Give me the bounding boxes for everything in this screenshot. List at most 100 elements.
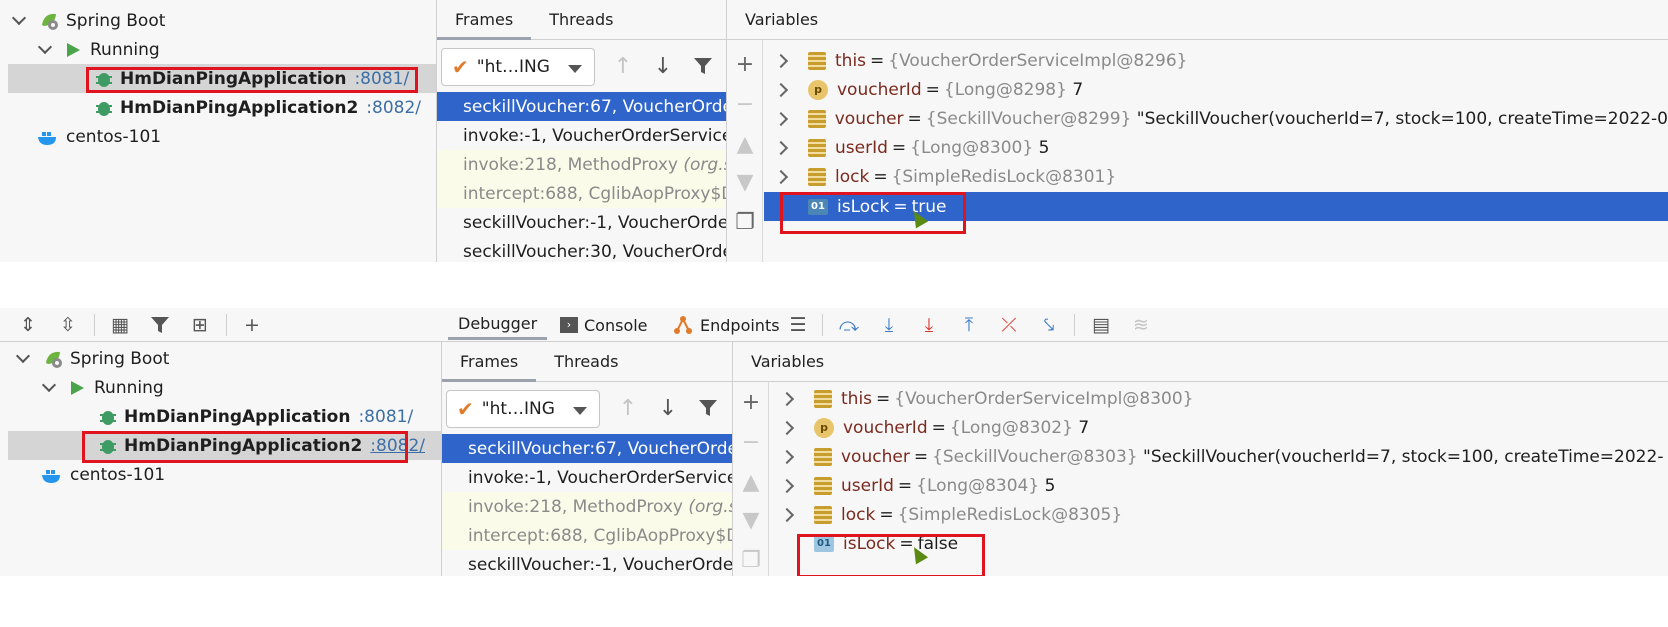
collapse-all-icon[interactable]: ⇳ [54, 312, 82, 338]
tree-node-running[interactable]: Running [8, 35, 436, 64]
tree-node-app-2[interactable]: HmDianPingApplication2 :8082/ [8, 93, 436, 122]
chevron-right-icon[interactable] [779, 449, 795, 464]
app-port-1[interactable]: :8081/ [354, 69, 409, 89]
variable-type: {Long@8300} [910, 137, 1034, 158]
tab-debugger[interactable]: Debugger [448, 310, 548, 340]
tree-node-app-1[interactable]: HmDianPingApplication :8081/ [8, 402, 442, 431]
add-service-icon[interactable]: + [238, 312, 266, 338]
variable-row-voucherid[interactable]: p voucherId = {Long@8302} 7 [770, 413, 1668, 442]
variable-row-islock[interactable]: 01 isLock = false [770, 529, 1668, 558]
move-down-icon[interactable]: ▼ [731, 168, 759, 196]
variable-row-lock[interactable]: lock = {SimpleRedisLock@8301} [764, 162, 1668, 191]
run-to-cursor-icon[interactable]: ⤥ [1036, 312, 1062, 338]
chevron-right-icon[interactable] [773, 82, 789, 97]
frame-row[interactable]: seckillVoucher:-1, VoucherOrderServiceIm… [437, 208, 726, 237]
thread-selector[interactable]: ✔ "ht…ING [446, 390, 600, 428]
frame-up-arrow-icon[interactable]: ↑ [609, 52, 637, 80]
toolbar-separator [1074, 314, 1075, 336]
tab-variables[interactable]: Variables [733, 342, 842, 381]
copy-icon[interactable]: ❐ [737, 546, 765, 574]
frame-row[interactable]: seckillVoucher:67, VoucherOrderServiceIm… [437, 92, 726, 121]
new-tab-icon[interactable]: ⊞ [186, 312, 214, 338]
drop-frame-icon[interactable]: ⤫ [996, 312, 1022, 338]
frame-row[interactable]: seckillVoucher:67, VoucherOrderServiceIm… [442, 434, 732, 463]
app-port-2[interactable]: :8082/ [370, 436, 425, 456]
expand-all-icon[interactable]: ⇕ [14, 312, 42, 338]
chevron-right-icon[interactable] [779, 507, 795, 522]
tab-endpoints[interactable]: Endpoints [672, 312, 780, 338]
tab-frames[interactable]: Frames [442, 342, 537, 382]
chevron-down-icon[interactable] [37, 39, 53, 54]
frame-down-arrow-icon[interactable]: ↓ [654, 394, 682, 422]
filter-icon[interactable] [689, 52, 717, 80]
chevron-right-icon[interactable] [779, 478, 795, 493]
menu-icon[interactable]: ☰ [786, 312, 810, 338]
remove-watch-icon[interactable]: − [737, 428, 765, 456]
variables-sidebar: + − ▲ ▼ ❐ [733, 382, 769, 576]
frame-row[interactable]: invoke:-1, VoucherOrderServiceImpl$$ [437, 121, 726, 150]
tab-threads[interactable]: Threads [531, 0, 631, 39]
tab-variables[interactable]: Variables [727, 0, 836, 39]
frame-row[interactable]: invoke:218, MethodProxy (org.springframe… [437, 150, 726, 179]
force-step-into-icon[interactable]: ⤓ [916, 312, 942, 338]
frame-row[interactable]: invoke:218, MethodProxy (org.springframe… [442, 492, 732, 521]
debug-bug-icon [100, 439, 116, 454]
app-port-2[interactable]: :8082/ [366, 98, 421, 118]
chevron-down-icon[interactable] [11, 10, 27, 25]
variable-row-voucher[interactable]: voucher = {SeckillVoucher@8303} "SeckillVo… [770, 442, 1668, 471]
chevron-down-icon[interactable] [15, 348, 31, 363]
chevron-right-icon[interactable] [773, 53, 789, 68]
copy-icon[interactable]: ❐ [731, 208, 759, 236]
chevron-right-icon[interactable] [779, 420, 795, 435]
chevron-right-icon[interactable] [773, 140, 789, 155]
filter-icon[interactable] [146, 312, 174, 338]
group-by-icon[interactable]: ▦ [106, 312, 134, 338]
trace-icon[interactable]: ≋ [1128, 312, 1154, 338]
tab-frames[interactable]: Frames [437, 0, 532, 40]
tab-threads[interactable]: Threads [536, 342, 636, 381]
chevron-right-icon[interactable] [779, 391, 795, 406]
tree-node-running[interactable]: Running [8, 373, 442, 402]
thread-selector[interactable]: ✔ "ht…ING [441, 48, 595, 86]
variable-row-voucher[interactable]: voucher = {SeckillVoucher@8299} "SeckillVo… [764, 104, 1668, 133]
frame-row[interactable]: seckillVoucher:30, VoucherOrderControlle… [437, 237, 726, 262]
frame-row[interactable]: invoke:-1, VoucherOrderServiceImpl$$ [442, 463, 732, 492]
tab-console-label: Console [584, 315, 648, 335]
thread-selector-value: "ht…ING [481, 399, 555, 419]
variable-row-islock[interactable]: 01 isLock = true [764, 192, 1668, 221]
chevron-right-icon[interactable] [773, 111, 789, 126]
frame-row[interactable]: intercept:688, CglibAopProxy$DynamicAdvi… [442, 521, 732, 550]
add-watch-icon[interactable]: + [731, 50, 759, 78]
evaluate-expression-icon[interactable]: ▤ [1088, 312, 1114, 338]
tree-node-centos[interactable]: centos-101 [8, 460, 442, 489]
tree-node-spring-boot[interactable]: Spring Boot [8, 344, 442, 373]
run-icon [71, 380, 84, 395]
step-into-icon[interactable]: ⤓ [876, 312, 902, 338]
frame-down-arrow-icon[interactable]: ↓ [649, 52, 677, 80]
move-up-icon[interactable]: ▲ [731, 130, 759, 158]
step-over-icon[interactable]: ⤼ [836, 312, 862, 338]
chevron-right-icon[interactable] [773, 169, 789, 184]
frame-row[interactable]: intercept:688, CglibAopProxy$DynamicAdvi… [437, 179, 726, 208]
add-watch-icon[interactable]: + [737, 388, 765, 416]
variable-row-userid[interactable]: userId = {Long@8300} 5 [764, 133, 1668, 162]
step-out-icon[interactable]: ⤒ [956, 312, 982, 338]
move-down-icon[interactable]: ▼ [737, 506, 765, 534]
variable-row-voucherid[interactable]: p voucherId = {Long@8298} 7 [764, 75, 1668, 104]
app-port-1[interactable]: :8081/ [358, 407, 413, 427]
variable-row-this[interactable]: this = {VoucherOrderServiceImpl@8300} [770, 384, 1668, 413]
tree-node-app-1[interactable]: HmDianPingApplication :8081/ [8, 64, 436, 93]
variable-row-this[interactable]: this = {VoucherOrderServiceImpl@8296} [764, 46, 1668, 75]
frame-row[interactable]: seckillVoucher:-1, VoucherOrderServiceIm… [442, 550, 732, 576]
variable-row-userid[interactable]: userId = {Long@8304} 5 [770, 471, 1668, 500]
chevron-down-icon[interactable] [41, 377, 57, 392]
move-up-icon[interactable]: ▲ [737, 468, 765, 496]
filter-icon[interactable] [694, 394, 722, 422]
variable-row-lock[interactable]: lock = {SimpleRedisLock@8305} [770, 500, 1668, 529]
tree-node-app-2[interactable]: HmDianPingApplication2 :8082/ [8, 431, 442, 460]
tree-node-centos[interactable]: centos-101 [8, 122, 436, 151]
remove-watch-icon[interactable]: − [731, 90, 759, 118]
tab-console[interactable]: › Console [560, 312, 648, 338]
frame-up-arrow-icon[interactable]: ↑ [614, 394, 642, 422]
tree-node-spring-boot[interactable]: Spring Boot [8, 6, 436, 35]
